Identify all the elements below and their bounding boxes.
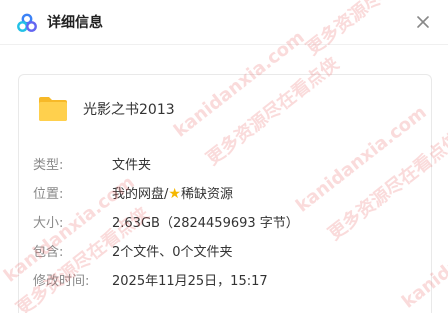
type-value: 文件夹 bbox=[112, 158, 152, 173]
detail-row-location: 位置: 我的网盘/★稀缺资源 bbox=[33, 183, 423, 206]
details-list: 类型: 文件夹 位置: 我的网盘/★稀缺资源 大小: 2.63GB（282445… bbox=[33, 154, 423, 299]
location-path-folder[interactable]: 稀缺资源 bbox=[181, 187, 233, 202]
contains-label: 包含: bbox=[33, 245, 64, 260]
type-label: 类型: bbox=[33, 158, 64, 173]
modified-value: 2025年11月25日，15:17 bbox=[112, 274, 268, 289]
size-label: 大小: bbox=[33, 216, 64, 231]
detail-row-modified: 修改时间: 2025年11月25日，15:17 bbox=[33, 270, 423, 293]
detail-row-type: 类型: 文件夹 bbox=[33, 154, 423, 177]
detail-row-contains: 包含: 2个文件、0个文件夹 bbox=[33, 241, 423, 264]
dialog-title: 详细信息 bbox=[47, 15, 103, 31]
star-icon: ★ bbox=[168, 186, 181, 202]
title-divider bbox=[0, 44, 448, 45]
location-value: 我的网盘/★稀缺资源 bbox=[112, 183, 233, 206]
title-bar: 详细信息 bbox=[0, 0, 448, 44]
detail-row-size: 大小: 2.63GB（2824459693 字节） bbox=[33, 212, 423, 235]
contains-value: 2个文件、0个文件夹 bbox=[112, 245, 233, 260]
details-dialog: 详细信息 光影之书2013 类型: 文件夹 位置: 我的网盘/★稀缺资源 大小:… bbox=[0, 0, 448, 313]
cloud-drive-icon bbox=[17, 13, 37, 32]
close-icon[interactable] bbox=[412, 11, 434, 33]
file-name: 光影之书2013 bbox=[83, 102, 175, 118]
folder-icon bbox=[39, 97, 67, 121]
location-path-prefix[interactable]: 我的网盘/ bbox=[112, 187, 168, 202]
details-panel: 光影之书2013 类型: 文件夹 位置: 我的网盘/★稀缺资源 大小: 2.63… bbox=[18, 74, 432, 313]
modified-label: 修改时间: bbox=[33, 274, 90, 289]
size-value: 2.63GB（2824459693 字节） bbox=[112, 216, 299, 231]
location-label: 位置: bbox=[33, 187, 64, 202]
